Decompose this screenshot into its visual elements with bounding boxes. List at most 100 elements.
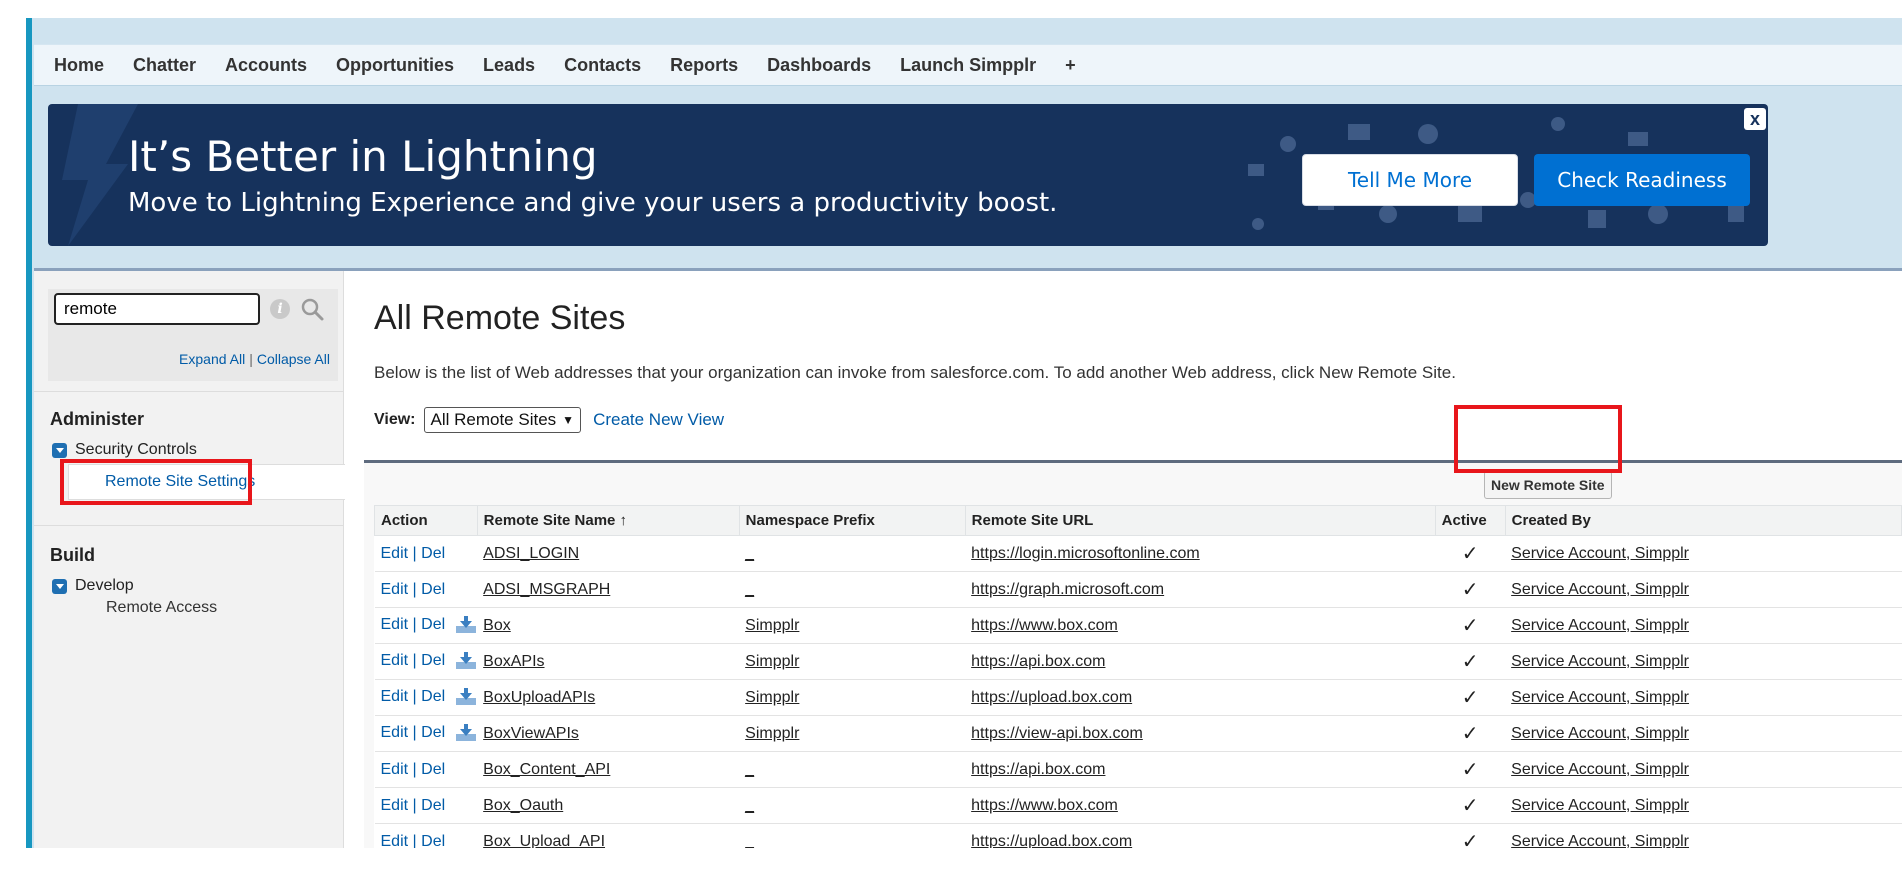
- remote-site-name[interactable]: Box_Content_API: [477, 751, 740, 788]
- remote-site-name-link[interactable]: BoxAPIs: [483, 653, 544, 670]
- created-by-link[interactable]: Service Account, Simpplr: [1511, 617, 1689, 634]
- nav-launch-simpplr[interactable]: Launch Simpplr: [900, 55, 1036, 76]
- edit-link[interactable]: Edit: [381, 545, 409, 562]
- remote-site-url-link[interactable]: https://www.box.com: [971, 797, 1118, 814]
- sidebar-group-security-controls[interactable]: Security Controls: [52, 441, 197, 459]
- nav-home[interactable]: Home: [54, 55, 104, 76]
- nav-leads[interactable]: Leads: [483, 55, 535, 76]
- action-separator: |: [412, 580, 417, 598]
- namespace-prefix-link[interactable]: _: [745, 797, 754, 814]
- collapse-all-link[interactable]: Collapse All: [257, 351, 330, 367]
- edit-link[interactable]: Edit: [381, 617, 409, 634]
- nav-opportunities[interactable]: Opportunities: [336, 55, 454, 76]
- created-by-link[interactable]: Service Account, Simpplr: [1511, 653, 1689, 670]
- edit-link[interactable]: Edit: [381, 653, 409, 670]
- remote-site-name[interactable]: BoxUploadAPIs: [477, 679, 740, 716]
- col-active[interactable]: Active: [1434, 505, 1506, 536]
- created-by-link[interactable]: Service Account, Simpplr: [1511, 689, 1689, 706]
- namespace-prefix-link[interactable]: _: [745, 761, 754, 778]
- create-new-view-link[interactable]: Create New View: [593, 410, 724, 430]
- created-by-link[interactable]: Service Account, Simpplr: [1511, 833, 1689, 849]
- namespace-prefix: Simpplr: [739, 643, 966, 680]
- remote-site-name-link[interactable]: BoxViewAPIs: [483, 725, 579, 742]
- namespace-prefix-link[interactable]: Simpplr: [745, 617, 799, 634]
- namespace-prefix-link[interactable]: _: [745, 833, 754, 849]
- remote-site-url: https://graph.microsoft.com: [965, 571, 1436, 608]
- nav-reports[interactable]: Reports: [670, 55, 738, 76]
- created-by-link[interactable]: Service Account, Simpplr: [1511, 581, 1689, 598]
- remote-site-name[interactable]: Box_Upload_API: [477, 823, 740, 849]
- nav-plus-icon[interactable]: +: [1065, 55, 1076, 76]
- del-link[interactable]: Del: [421, 725, 445, 742]
- edit-link[interactable]: Edit: [381, 581, 409, 598]
- remote-site-name[interactable]: Box: [477, 607, 740, 644]
- del-link[interactable]: Del: [421, 653, 445, 670]
- edit-link[interactable]: Edit: [381, 761, 409, 778]
- remote-site-name-link[interactable]: ADSI_LOGIN: [483, 545, 579, 562]
- del-link[interactable]: Del: [421, 761, 445, 778]
- del-link[interactable]: Del: [421, 833, 445, 849]
- remote-site-name[interactable]: ADSI_LOGIN: [477, 535, 740, 572]
- row-actions: Edit | Del: [374, 643, 478, 680]
- edit-link[interactable]: Edit: [381, 833, 409, 849]
- sidebar-item-remote-access[interactable]: Remote Access: [106, 599, 217, 617]
- sidebar-group-develop[interactable]: Develop: [52, 577, 134, 595]
- remote-site-name[interactable]: ADSI_MSGRAPH: [477, 571, 740, 608]
- remote-site-name-link[interactable]: ADSI_MSGRAPH: [483, 581, 610, 598]
- view-select[interactable]: All Remote Sites ▼: [423, 407, 582, 433]
- edit-link[interactable]: Edit: [381, 797, 409, 814]
- remote-site-name-link[interactable]: Box_Oauth: [483, 797, 563, 814]
- close-icon[interactable]: x: [1744, 108, 1766, 130]
- remote-site-url-link[interactable]: https://api.box.com: [971, 761, 1105, 778]
- remote-site-name-link[interactable]: Box_Upload_API: [483, 833, 605, 849]
- collapse-icon[interactable]: [52, 578, 67, 594]
- del-link[interactable]: Del: [421, 797, 445, 814]
- nav-dashboards[interactable]: Dashboards: [767, 55, 871, 76]
- remote-site-name[interactable]: BoxAPIs: [477, 643, 740, 680]
- remote-site-name[interactable]: BoxViewAPIs: [477, 715, 740, 752]
- namespace-prefix-link[interactable]: Simpplr: [745, 689, 799, 706]
- del-link[interactable]: Del: [421, 617, 445, 634]
- collapse-icon[interactable]: [52, 442, 67, 458]
- col-namespace-prefix[interactable]: Namespace Prefix: [738, 505, 966, 536]
- edit-link[interactable]: Edit: [381, 689, 409, 706]
- del-link[interactable]: Del: [421, 581, 445, 598]
- expand-all-link[interactable]: Expand All: [179, 351, 245, 367]
- remote-site-url-link[interactable]: https://graph.microsoft.com: [971, 581, 1164, 598]
- remote-site-name-link[interactable]: Box: [483, 617, 511, 634]
- nav-accounts[interactable]: Accounts: [225, 55, 307, 76]
- col-remote-site-name[interactable]: Remote Site Name ↑: [476, 505, 740, 536]
- remote-site-url-link[interactable]: https://view-api.box.com: [971, 725, 1143, 742]
- del-link[interactable]: Del: [421, 545, 445, 562]
- remote-site-url-link[interactable]: https://api.box.com: [971, 653, 1105, 670]
- search-icon[interactable]: [298, 295, 326, 323]
- remote-site-name-link[interactable]: Box_Content_API: [483, 761, 610, 778]
- info-icon[interactable]: i: [270, 299, 290, 319]
- col-created-by[interactable]: Created By: [1504, 505, 1902, 536]
- quick-find-input[interactable]: [54, 293, 260, 325]
- nav-contacts[interactable]: Contacts: [564, 55, 641, 76]
- namespace-prefix-link[interactable]: _: [745, 581, 754, 598]
- nav-chatter[interactable]: Chatter: [133, 55, 196, 76]
- col-remote-site-url[interactable]: Remote Site URL: [964, 505, 1436, 536]
- created-by-link[interactable]: Service Account, Simpplr: [1511, 797, 1689, 814]
- edit-link[interactable]: Edit: [381, 725, 409, 742]
- created-by-link[interactable]: Service Account, Simpplr: [1511, 725, 1689, 742]
- namespace-prefix-link[interactable]: Simpplr: [745, 725, 799, 742]
- remote-site-name[interactable]: Box_Oauth: [477, 787, 740, 824]
- remote-site-url-link[interactable]: https://upload.box.com: [971, 689, 1132, 706]
- created-by: Service Account, Simpplr: [1505, 751, 1902, 788]
- tell-me-more-button[interactable]: Tell Me More: [1302, 154, 1518, 206]
- check-readiness-button[interactable]: Check Readiness: [1534, 154, 1750, 206]
- remote-site-url-link[interactable]: https://login.microsoftonline.com: [971, 545, 1200, 562]
- new-remote-site-button[interactable]: New Remote Site: [1484, 471, 1612, 499]
- created-by-link[interactable]: Service Account, Simpplr: [1511, 761, 1689, 778]
- created-by-link[interactable]: Service Account, Simpplr: [1511, 545, 1689, 562]
- namespace-prefix-link[interactable]: _: [745, 545, 754, 562]
- remote-site-url-link[interactable]: https://www.box.com: [971, 617, 1118, 634]
- namespace-prefix-link[interactable]: Simpplr: [745, 653, 799, 670]
- remote-site-url-link[interactable]: https://upload.box.com: [971, 833, 1132, 849]
- del-link[interactable]: Del: [421, 689, 445, 706]
- remote-site-name-link[interactable]: BoxUploadAPIs: [483, 689, 595, 706]
- sidebar-divider: [34, 525, 344, 526]
